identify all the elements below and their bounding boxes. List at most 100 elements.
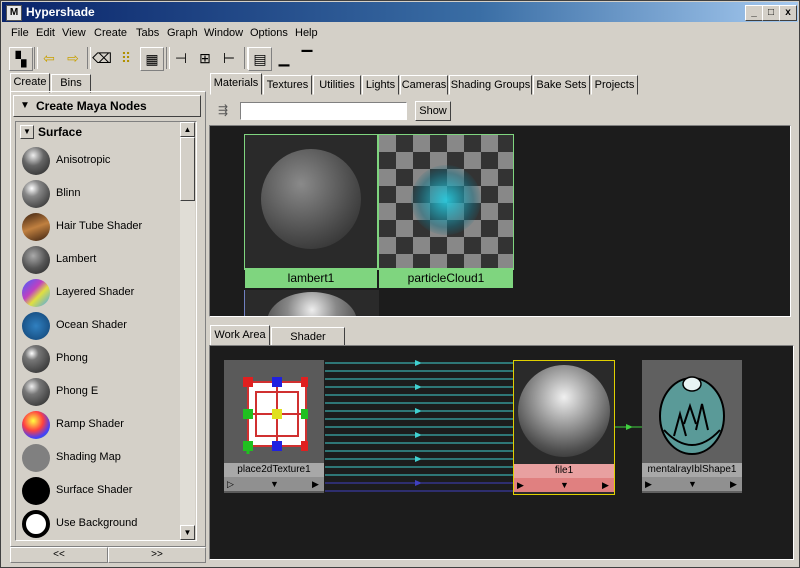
- chevron-down-icon[interactable]: ▼: [20, 125, 34, 139]
- list-item[interactable]: Hair Tube Shader: [20, 211, 180, 242]
- back-arrow-icon[interactable]: ⇦: [38, 47, 60, 69]
- menu-tabs[interactable]: Tabs: [136, 27, 159, 39]
- tab-work-area[interactable]: Work Area: [210, 325, 270, 347]
- node-port-bar[interactable]: ▶ ▼ ▶: [514, 478, 614, 492]
- menu-options[interactable]: Options: [250, 27, 288, 39]
- output-port-icon[interactable]: ▶: [602, 478, 609, 492]
- menu-edit[interactable]: Edit: [36, 27, 55, 39]
- tab-utilities[interactable]: Utilities: [313, 75, 361, 95]
- node-label: place2dTexture1: [224, 463, 324, 477]
- node-port-bar[interactable]: ▶ ▼ ▶: [642, 477, 742, 491]
- material-swatch[interactable]: [244, 134, 378, 270]
- phong-icon: [22, 345, 50, 373]
- output-port-icon[interactable]: ▶: [730, 477, 737, 491]
- input-port-icon[interactable]: ▶: [517, 478, 524, 492]
- output-port-icon[interactable]: ▶: [312, 477, 319, 491]
- material-swatch[interactable]: [378, 134, 514, 270]
- menu-help[interactable]: Help: [295, 27, 318, 39]
- menu-graph[interactable]: Graph: [167, 27, 198, 39]
- menu-create[interactable]: Create: [94, 27, 127, 39]
- vertical-scrollbar[interactable]: ▲ ▼: [180, 122, 195, 540]
- list-item[interactable]: Phong: [20, 343, 180, 374]
- surface-shader-icon: [22, 477, 50, 505]
- graph-layout-icon[interactable]: ⠿: [115, 47, 137, 69]
- chevron-down-icon[interactable]: ▼: [688, 477, 697, 491]
- input-output-connections-icon[interactable]: ⊞: [194, 47, 216, 69]
- output-connections-icon[interactable]: ⊢: [218, 47, 240, 69]
- list-item[interactable]: Lambert: [20, 244, 180, 275]
- chevron-down-icon[interactable]: ▼: [560, 478, 569, 492]
- triangle-down-icon: ▼: [20, 100, 30, 111]
- checker-icon[interactable]: ▚: [9, 47, 33, 71]
- tab-shader-library[interactable]: Shader Library: [271, 327, 345, 361]
- graph-node-mentalray-ibl[interactable]: mentalrayIblShape1 ▶ ▼ ▶: [642, 360, 742, 493]
- nav-prev-button[interactable]: <<: [10, 547, 108, 563]
- hair-tube-shader-icon: [22, 213, 50, 241]
- graph-node-file[interactable]: file1 ▶ ▼ ▶: [513, 360, 615, 495]
- tab-cameras[interactable]: Cameras: [400, 75, 448, 95]
- list-item[interactable]: Use Background: [20, 508, 180, 539]
- nav-next-button[interactable]: >>: [108, 547, 206, 563]
- list-item[interactable]: Phong E: [20, 376, 180, 407]
- grid-view-icon[interactable]: ▦: [140, 47, 164, 71]
- list-item-label: Ramp Shader: [56, 418, 124, 430]
- list-item[interactable]: Layered Shader: [20, 277, 180, 308]
- place2d-texture-icon: [243, 377, 308, 454]
- tab-projects[interactable]: Projects: [591, 75, 638, 95]
- filter-input[interactable]: [240, 102, 407, 120]
- list-item[interactable]: Ramp Shader: [20, 409, 180, 440]
- menu-view[interactable]: View: [62, 27, 86, 39]
- hypershade-window: M Hypershade _ □ x File Edit View Create…: [0, 0, 800, 568]
- input-port-icon[interactable]: ▶: [645, 477, 652, 491]
- surface-section-header[interactable]: ▼ Surface: [18, 124, 178, 140]
- node-label: file1: [514, 464, 614, 478]
- scroll-thumb[interactable]: [180, 137, 195, 201]
- list-item[interactable]: Anisotropic: [20, 145, 180, 176]
- arrow-icon: [626, 424, 633, 430]
- eraser-icon[interactable]: ⌫: [91, 47, 113, 69]
- create-maya-nodes-header[interactable]: ▼ Create Maya Nodes: [13, 95, 201, 117]
- menu-window[interactable]: Window: [204, 27, 243, 39]
- list-item[interactable]: Blinn: [20, 178, 180, 209]
- filter-icon[interactable]: ⇶: [218, 103, 238, 121]
- input-port-icon[interactable]: ▷: [227, 477, 234, 491]
- forward-arrow-icon[interactable]: ⇨: [62, 47, 84, 69]
- list-item[interactable]: Ocean Shader: [20, 310, 180, 341]
- list-item-label: Anisotropic: [56, 154, 111, 166]
- menu-file[interactable]: File: [11, 27, 29, 39]
- list-item-label: Blinn: [56, 187, 81, 199]
- chevron-down-icon[interactable]: ▼: [270, 477, 279, 491]
- title-bar[interactable]: M Hypershade _ □ x: [2, 2, 798, 22]
- scroll-up-icon[interactable]: ▲: [180, 122, 195, 137]
- window-title: Hypershade: [26, 5, 95, 19]
- ocean-shader-icon: [22, 312, 50, 340]
- list-item[interactable]: Shading Map: [20, 442, 180, 473]
- maximize-button[interactable]: □: [762, 5, 780, 21]
- arrow-icon: [415, 408, 422, 414]
- layout-both-icon[interactable]: ▤: [248, 47, 272, 71]
- material-label[interactable]: lambert1: [245, 268, 377, 288]
- list-item[interactable]: Surface Shader: [20, 475, 180, 506]
- list-item-label: Phong E: [56, 385, 99, 397]
- list-item-label: Phong: [56, 352, 88, 364]
- scroll-down-icon[interactable]: ▼: [180, 525, 195, 540]
- graph-node-place2dtexture[interactable]: place2dTexture1 ▷ ▼ ▶: [224, 360, 324, 493]
- material-label[interactable]: particleCloud1: [379, 268, 513, 288]
- node-list: ▼ Surface Anisotropic Blinn Hair Tube Sh…: [15, 121, 197, 541]
- node-port-bar[interactable]: ▷ ▼ ▶: [224, 477, 324, 491]
- material-swatch[interactable]: [244, 290, 379, 316]
- input-connections-icon[interactable]: ⊣: [170, 47, 192, 69]
- tab-materials[interactable]: Materials: [210, 73, 262, 95]
- tab-lights[interactable]: Lights: [362, 75, 399, 95]
- tab-shading-groups[interactable]: Shading Groups: [449, 75, 532, 95]
- tab-textures[interactable]: Textures: [263, 75, 312, 95]
- phong-e-icon: [22, 378, 50, 406]
- layout-bottom-icon[interactable]: ▁: [273, 47, 295, 69]
- show-button[interactable]: Show: [415, 101, 451, 121]
- layout-top-icon[interactable]: ▔: [296, 47, 318, 69]
- close-button[interactable]: x: [779, 5, 797, 21]
- list-item-label: Hair Tube Shader: [56, 220, 143, 232]
- tab-bake-sets[interactable]: Bake Sets: [533, 75, 590, 95]
- tab-create[interactable]: Create: [10, 73, 50, 93]
- minimize-button[interactable]: _: [745, 5, 763, 21]
